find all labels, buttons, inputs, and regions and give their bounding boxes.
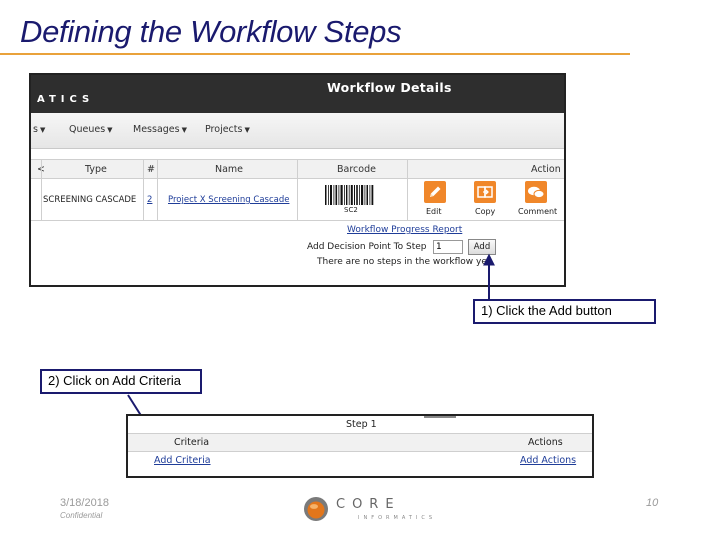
criteria-row: Add Criteria Add Actions [128,452,592,470]
column-header-name: Name [215,164,244,175]
logo-word: CORE [336,497,401,512]
nav-item-messages[interactable]: Messages ▼ [133,124,187,135]
chevron-down-icon: ▼ [244,126,250,134]
row-type: SCREENING CASCADE [43,195,137,205]
comment-icon[interactable] [525,181,547,203]
add-criteria-link[interactable]: Add Criteria [154,455,211,466]
logo-subtitle: INFORMATICS [358,515,437,521]
title-underline [0,53,630,55]
workflow-progress-report-link[interactable]: Workflow Progress Report [347,225,462,235]
column-header-number: # [147,164,155,175]
copy-label: Copy [475,207,496,216]
row-number-link[interactable]: 2 [147,195,152,205]
page-number: 10 [646,497,659,509]
chevron-down-icon: ▼ [181,126,187,134]
core-informatics-logo: CORE INFORMATICS [302,495,432,525]
nav-item-partial[interactable]: s ▼ [33,124,45,135]
nav-item-queues[interactable]: Queues ▼ [69,124,113,135]
step-header: Step 1 [128,416,592,434]
footer-date: 3/18/2018 [60,497,109,509]
add-button[interactable]: Add [468,239,496,255]
step-number-input[interactable] [433,240,463,254]
edit-label: Edit [426,207,442,216]
copy-icon[interactable] [474,181,496,203]
app-header: ATICS Workflow Details [31,75,564,113]
add-actions-link[interactable]: Add Actions [520,455,576,466]
callout-step-2: 2) Click on Add Criteria [40,369,202,394]
chevron-down-icon: ▼ [39,126,46,134]
column-header-actions: Actions [528,437,563,448]
column-header-criteria: Criteria [174,437,210,448]
column-header-type: Type [85,164,107,175]
brand-name: ATICS [37,94,95,105]
chevron-down-icon: ▼ [107,126,113,134]
column-header-action: Action [531,164,561,175]
criteria-table-header: Criteria Actions [128,434,592,452]
step-criteria-screenshot: Step 1 Criteria Actions Add Criteria Add… [126,414,594,478]
barcode-image [325,185,374,205]
column-header-barcode: Barcode [337,164,376,175]
edit-icon[interactable] [424,181,446,203]
row-name-link[interactable]: Project X Screening Cascade [168,195,289,205]
slide-title: Defining the Workflow Steps [20,14,402,49]
workflow-details-screenshot: ATICS Workflow Details s ▼ Queues ▼ Messag… [29,73,566,287]
no-steps-message: There are no steps in the workflow yet. [317,257,494,267]
barcode-text: SC2 [344,206,358,214]
add-decision-point-label: Add Decision Point To Step [307,242,427,252]
nav-bar: s ▼ Queues ▼ Messages ▼ Projects ▼ [31,113,564,149]
window-title: Workflow Details [327,80,452,95]
comment-label: Comment [518,207,558,216]
logo-icon [304,497,328,521]
nav-item-projects[interactable]: Projects ▼ [205,124,250,135]
callout-step-1: 1) Click the Add button [473,299,656,324]
step-title: Step 1 [346,419,377,430]
footer-confidential: Confidential [60,511,103,520]
